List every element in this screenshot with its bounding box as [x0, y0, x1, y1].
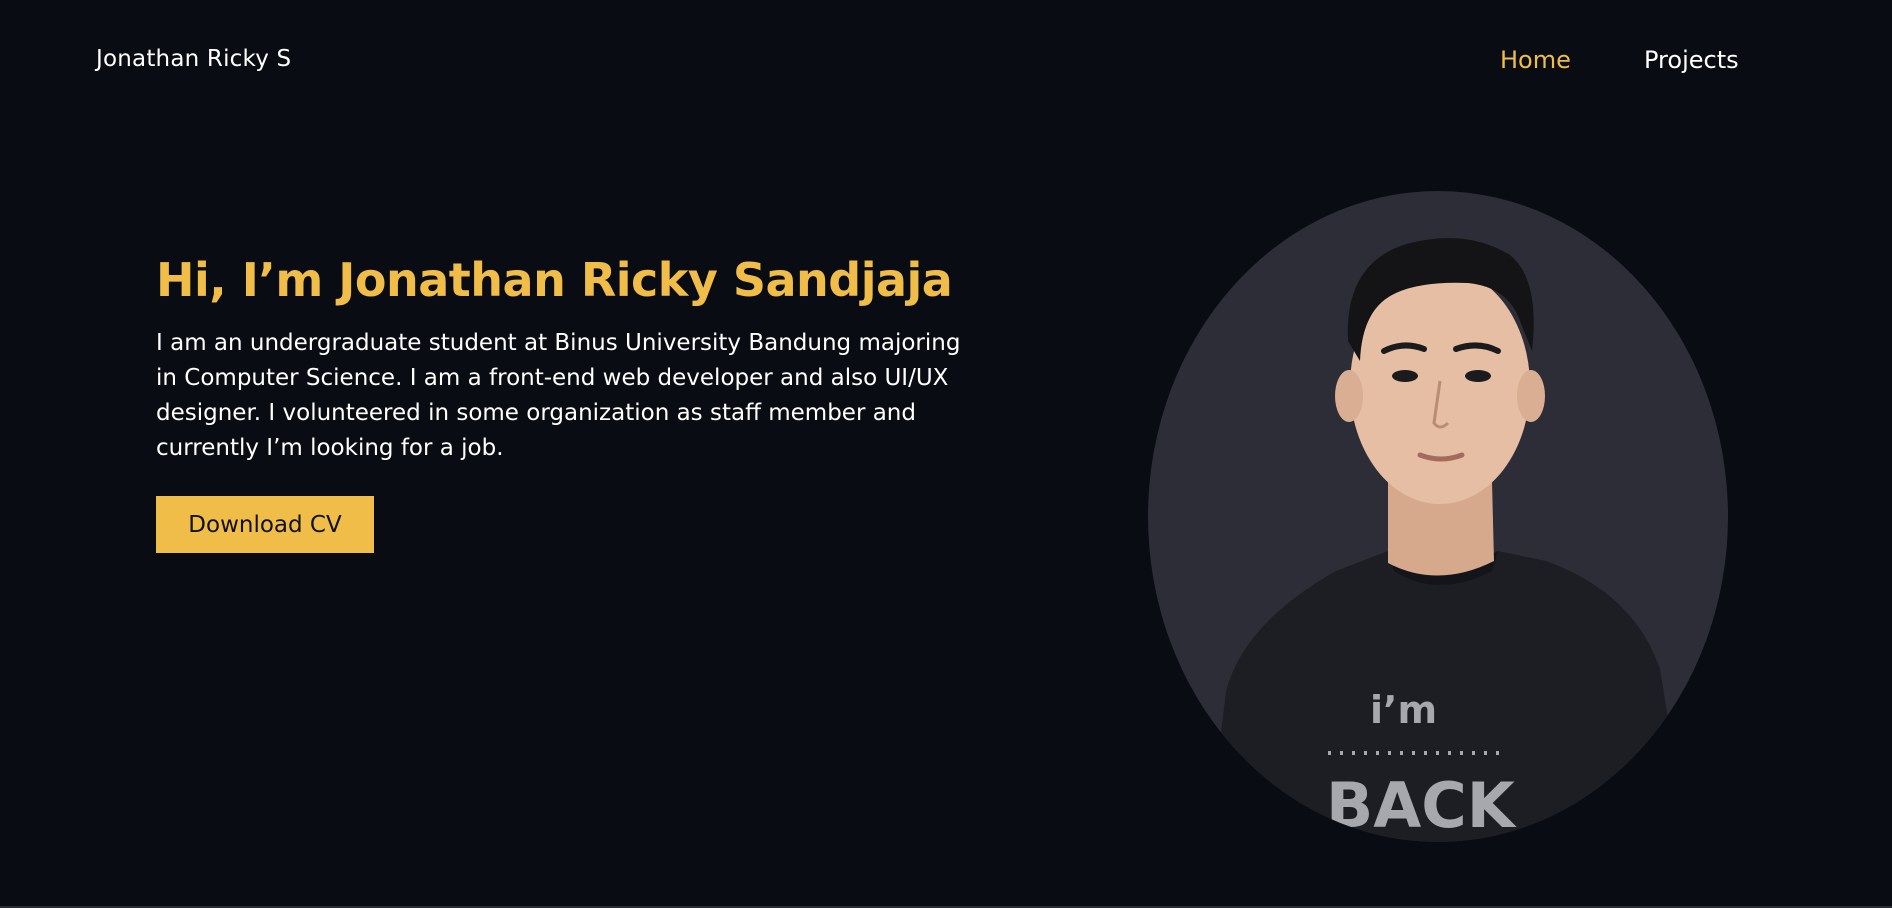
- hero-description: I am an undergraduate student at Binus U…: [156, 329, 961, 461]
- page: Jonathan Ricky S Home Projects Hi, I’m J…: [0, 0, 1892, 908]
- hero-heading: Hi, I’m Jonathan Ricky Sandjaja: [156, 253, 953, 307]
- hero-section: Hi, I’m Jonathan Ricky Sandjaja I am an …: [156, 252, 986, 466]
- download-cv-button[interactable]: Download CV: [156, 496, 374, 553]
- nav-item-projects[interactable]: Projects: [1644, 46, 1739, 74]
- shirt-text-bottom: BACK: [1326, 769, 1517, 842]
- profile-photo: i’m BACK: [1148, 191, 1728, 842]
- shirt-text-top: i’m: [1370, 688, 1437, 732]
- nav-item-home[interactable]: Home: [1500, 46, 1571, 74]
- profile-photo-illustration: i’m BACK: [1148, 191, 1728, 842]
- brand-logo-link[interactable]: Jonathan Ricky S: [96, 46, 291, 72]
